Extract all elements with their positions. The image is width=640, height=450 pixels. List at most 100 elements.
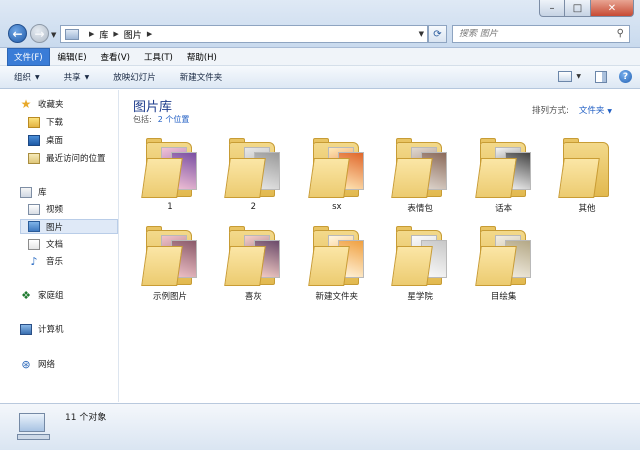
library-details-icon <box>17 413 50 441</box>
chevron-right-icon[interactable]: ▶ <box>89 30 94 38</box>
share-button[interactable]: 共享 ▼ <box>64 71 90 83</box>
breadcrumb: ▶ 库 ▶ 图片 ▶ <box>84 28 157 41</box>
details-pane: 11 个对象 <box>0 403 640 450</box>
folder-front-shape <box>307 246 350 286</box>
nav-downloads-label: 下载 <box>46 118 64 128</box>
nav-favorites[interactable]: ★ 收藏夹 <box>20 97 64 111</box>
view-dropdown-icon[interactable]: ▼ <box>576 73 581 80</box>
folder-item[interactable]: 话本 <box>469 134 539 218</box>
includes-locations-link[interactable]: 2 个位置 <box>158 115 190 124</box>
nav-downloads[interactable]: 下载 <box>28 116 63 128</box>
folder-item[interactable]: 星学院 <box>385 222 455 306</box>
title-bar: – □ ✕ ← → ▼ ▶ 库 ▶ 图片 ▶ ▼ ⟳ ⚲ <box>0 0 640 48</box>
folder-label: 1 <box>167 202 173 212</box>
folder-front-shape <box>307 158 350 198</box>
nav-computer-label: 计算机 <box>38 325 64 335</box>
folder-label: 星学院 <box>407 292 433 302</box>
nav-computer[interactable]: 计算机 <box>20 323 64 335</box>
star-icon: ★ <box>20 97 32 111</box>
window-controls: – □ ✕ <box>539 0 634 17</box>
folder-front-shape <box>141 246 183 286</box>
nav-documents-label: 文档 <box>46 240 64 250</box>
search-icon[interactable]: ⚲ <box>617 28 624 39</box>
search-input[interactable] <box>459 29 609 39</box>
nav-libraries[interactable]: 库 <box>20 186 47 198</box>
new-folder-button[interactable]: 新建文件夹 <box>180 71 223 83</box>
preview-pane-icon[interactable] <box>595 70 607 83</box>
arrange-by-label: 排列方式: <box>531 106 569 116</box>
downloads-folder-icon <box>28 116 40 128</box>
folder-item[interactable]: 其他 <box>552 134 622 218</box>
folder-front-shape <box>224 158 267 198</box>
chevron-down-icon: ▼ <box>35 73 40 81</box>
folder-item[interactable]: 目绘集 <box>469 222 539 306</box>
change-view-icon[interactable] <box>558 71 573 82</box>
help-icon[interactable]: ? <box>619 70 632 83</box>
maximize-button[interactable]: □ <box>565 0 591 17</box>
address-dropdown-icon[interactable]: ▼ <box>419 30 424 38</box>
nav-network[interactable]: ⊛ 网络 <box>20 357 55 371</box>
nav-documents[interactable]: 文档 <box>28 238 63 250</box>
folder-item[interactable]: 示例图片 <box>135 222 205 306</box>
nav-music[interactable]: ♪ 音乐 <box>28 254 64 268</box>
recent-pages-dropdown-icon[interactable]: ▼ <box>51 31 56 39</box>
folder-item[interactable]: 新建文件夹 <box>302 222 372 306</box>
desktop-icon <box>28 134 40 146</box>
folder-label: 话本 <box>495 204 513 214</box>
folder-front-shape <box>558 158 600 198</box>
folder-front-shape <box>391 158 433 198</box>
documents-library-icon <box>28 238 40 250</box>
nav-videos-label: 视频 <box>46 205 64 215</box>
menu-help[interactable]: 帮助(H) <box>181 49 223 65</box>
folder-item[interactable]: sx <box>302 134 372 218</box>
menu-view[interactable]: 查看(V) <box>95 49 136 65</box>
content-pane: 图片库 包括: 2 个位置 排列方式: 文件夹 ▼ 1 2 sx 表情包 话本 其他示例图片 喜灰… <box>120 90 640 402</box>
command-bar: 组织 ▼ 共享 ▼ 放映幻灯片 新建文件夹 ▼ ? <box>0 66 640 89</box>
nav-desktop-label: 桌面 <box>46 136 64 146</box>
arrange-by-dropdown[interactable]: 文件夹 <box>579 106 605 116</box>
nav-homegroup[interactable]: ❖ 家庭组 <box>20 289 64 302</box>
chevron-down-icon[interactable]: ▼ <box>607 108 612 115</box>
organize-button[interactable]: 组织 ▼ <box>14 71 40 83</box>
chevron-right-icon[interactable]: ▶ <box>147 30 152 38</box>
folder-item[interactable]: 喜灰 <box>218 222 288 306</box>
forward-button[interactable]: → <box>30 24 49 43</box>
folder-label: 表情包 <box>407 204 433 214</box>
nav-music-label: 音乐 <box>46 257 64 267</box>
back-button[interactable]: ← <box>8 24 27 43</box>
minimize-button[interactable]: – <box>539 0 565 17</box>
address-bar[interactable]: ▶ 库 ▶ 图片 ▶ ▼ <box>60 25 428 43</box>
close-button[interactable]: ✕ <box>591 0 634 17</box>
menu-file[interactable]: 文件(F) <box>7 47 50 66</box>
includes-label: 包括: <box>133 115 152 124</box>
nav-homegroup-label: 家庭组 <box>38 291 64 301</box>
music-note-icon: ♪ <box>30 254 38 268</box>
breadcrumb-pictures[interactable]: 图片 <box>124 28 142 41</box>
share-label: 共享 <box>63 73 81 83</box>
chevron-right-icon[interactable]: ▶ <box>113 30 118 38</box>
folder-label: 目绘集 <box>490 292 517 302</box>
nav-videos[interactable]: 视频 <box>28 203 63 215</box>
refresh-button[interactable]: ⟳ <box>428 25 447 43</box>
organize-label: 组织 <box>14 73 32 83</box>
slideshow-button[interactable]: 放映幻灯片 <box>113 71 156 83</box>
nav-recent-label: 最近访问的位置 <box>46 154 106 164</box>
nav-pictures[interactable]: 图片 <box>20 219 118 234</box>
menu-tools[interactable]: 工具(T) <box>138 49 179 65</box>
nav-desktop[interactable]: 桌面 <box>28 134 63 146</box>
menu-edit[interactable]: 编辑(E) <box>52 49 93 65</box>
folder-label: 示例图片 <box>152 292 187 302</box>
nav-pictures-label: 图片 <box>46 222 64 233</box>
network-icon: ⊛ <box>21 357 31 371</box>
library-title: 图片库 <box>133 100 173 115</box>
folder-item[interactable]: 2 <box>218 134 288 218</box>
nav-recent-places[interactable]: 最近访问的位置 <box>28 152 106 164</box>
search-box[interactable]: ⚲ <box>452 25 630 43</box>
view-controls: ▼ ? <box>558 70 632 83</box>
computer-icon <box>20 323 32 335</box>
breadcrumb-libraries[interactable]: 库 <box>99 28 108 41</box>
folder-front-shape <box>474 158 517 198</box>
folder-item[interactable]: 表情包 <box>385 134 455 218</box>
folder-item[interactable]: 1 <box>135 134 205 218</box>
item-count: 11 个对象 <box>65 413 107 423</box>
